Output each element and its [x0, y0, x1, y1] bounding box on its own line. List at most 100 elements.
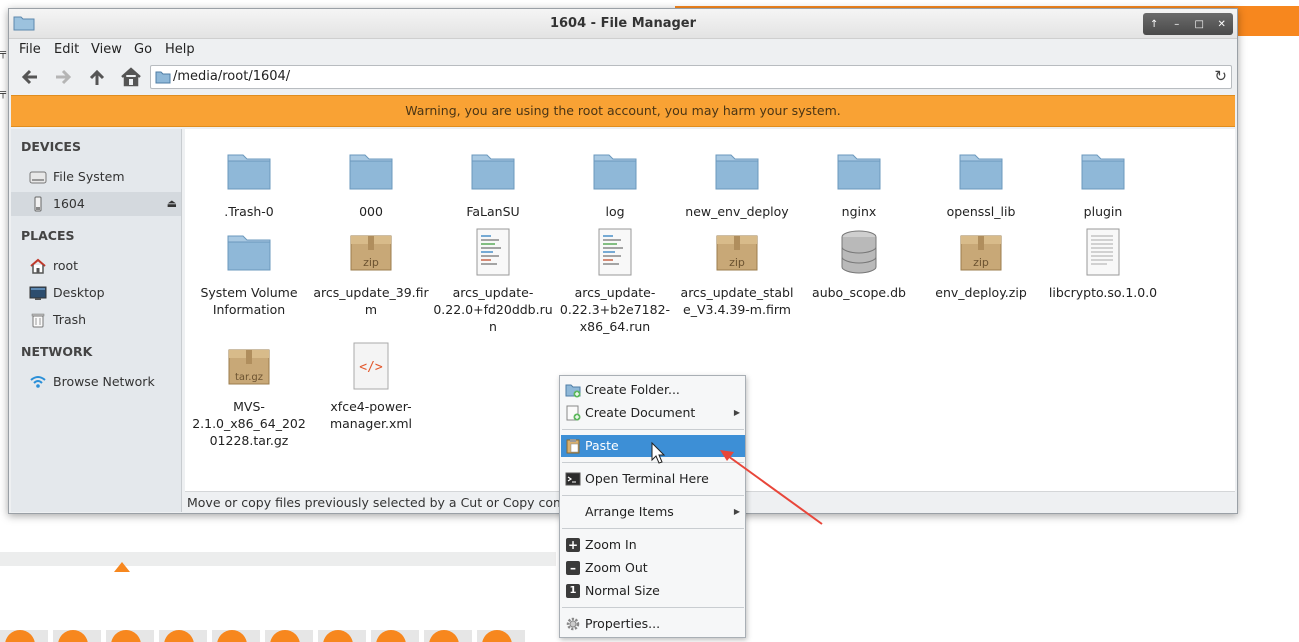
menu-go[interactable]: Go: [134, 42, 152, 57]
archive-badge: zip: [973, 256, 989, 269]
sidebar-item-browse-network[interactable]: Browse Network: [11, 370, 181, 394]
menu-separator: [562, 495, 744, 496]
file-name: openssl_lib: [946, 204, 1016, 219]
file-item[interactable]: arcs_update-0.22.0+fd20ddb.run: [433, 228, 553, 335]
file-name: env_deploy.zip: [935, 285, 1027, 300]
file-item[interactable]: zip arcs_update_39.firm: [311, 228, 431, 318]
home-icon: [30, 258, 46, 274]
menu-item-label: Create Document: [585, 405, 696, 420]
up-button[interactable]: [84, 65, 110, 89]
menu-edit[interactable]: Edit: [54, 42, 79, 57]
file-item[interactable]: openssl_lib: [921, 147, 1041, 220]
menu-zoom-in[interactable]: + Zoom In: [561, 534, 745, 556]
usb-drive-icon: [34, 196, 42, 212]
menu-paste[interactable]: Paste: [561, 435, 745, 457]
reload-icon[interactable]: ↻: [1214, 67, 1227, 85]
file-name: log: [605, 204, 625, 219]
archive-icon: zip: [350, 235, 392, 271]
wifi-icon: [30, 376, 46, 388]
menu-properties[interactable]: Properties...: [561, 613, 745, 635]
file-name: FaLanSU: [466, 204, 520, 219]
close-button[interactable]: ✕: [1213, 19, 1231, 30]
eject-icon[interactable]: ⏏: [167, 192, 177, 216]
sidebar-header-network: NETWORK: [21, 344, 93, 359]
file-name: System Volume Information: [200, 285, 298, 317]
menu-file[interactable]: File: [19, 42, 41, 57]
menu-item-label: Create Folder...: [585, 382, 680, 397]
xml-file-icon: </>: [353, 342, 389, 390]
file-name: libcrypto.so.1.0.0: [1048, 285, 1158, 300]
folder-icon: [1081, 154, 1125, 190]
file-item[interactable]: aubo_scope.db: [799, 228, 919, 301]
folder-icon: [349, 154, 393, 190]
sidebar-header-places: PLACES: [21, 228, 75, 243]
menu-item-label: Arrange Items: [585, 504, 674, 519]
sidebar-item-label: Browse Network: [53, 374, 155, 389]
file-item[interactable]: log: [555, 147, 675, 220]
home-button[interactable]: [118, 65, 144, 89]
file-item[interactable]: new_env_deploy: [677, 147, 797, 220]
menu-create-folder[interactable]: Create Folder...: [561, 379, 745, 401]
file-item[interactable]: libcrypto.so.1.0.0: [1043, 228, 1163, 301]
menu-view[interactable]: View: [91, 42, 122, 57]
file-item[interactable]: nginx: [799, 147, 919, 220]
zoom-in-icon: +: [566, 538, 580, 552]
sidebar-item-1604[interactable]: 1604 ⏏: [11, 192, 181, 216]
sidebar-header-devices: DEVICES: [21, 139, 81, 154]
status-text: Move or copy files previously selected b…: [187, 495, 601, 510]
file-name: arcs_update-0.22.3+b2e7182-x86_64.run: [559, 285, 671, 334]
menu-separator: [562, 462, 744, 463]
sidebar-item-label: Desktop: [53, 285, 105, 300]
background-text-fragment: ╤ ╤: [0, 48, 7, 99]
minimize-button[interactable]: –: [1168, 19, 1186, 30]
context-menu: Create Folder... Create Document ▶ Paste…: [559, 375, 746, 638]
folder-icon: [471, 154, 515, 190]
folder-icon: [715, 154, 759, 190]
file-name: MVS-2.1.0_x86_64_20201228.tar.gz: [192, 399, 306, 448]
drive-icon: [29, 171, 47, 184]
sidebar-item-file-system[interactable]: File System: [11, 165, 181, 189]
file-name: nginx: [841, 204, 877, 219]
file-item[interactable]: FaLanSU: [433, 147, 553, 220]
file-item[interactable]: </> xfce4-power-manager.xml: [311, 342, 431, 432]
keep-above-button[interactable]: ↑: [1145, 19, 1163, 30]
menu-item-label: Zoom Out: [585, 560, 648, 575]
background-triangle-marker: [114, 562, 130, 572]
submenu-arrow-icon: ▶: [733, 507, 740, 516]
sidebar-item-root[interactable]: root: [11, 254, 181, 278]
archive-badge: tar.gz: [235, 372, 263, 383]
menu-create-document[interactable]: Create Document ▶: [561, 402, 745, 424]
sidebar-item-desktop[interactable]: Desktop: [11, 281, 181, 305]
file-item[interactable]: arcs_update-0.22.3+b2e7182-x86_64.run: [555, 228, 675, 335]
file-name: .Trash-0: [224, 204, 274, 219]
trash-icon: [31, 313, 45, 328]
file-item[interactable]: 000: [311, 147, 431, 220]
sidebar-item-trash[interactable]: Trash: [11, 308, 181, 332]
file-name: 000: [359, 204, 383, 219]
file-item[interactable]: .Trash-0: [189, 147, 309, 220]
file-item[interactable]: zip env_deploy.zip: [921, 228, 1041, 301]
menu-normal-size[interactable]: 1 Normal Size: [561, 580, 745, 602]
location-bar[interactable]: /media/root/1604/ ↻: [150, 65, 1232, 89]
toolbar: /media/root/1604/ ↻: [9, 61, 1237, 93]
file-name: plugin: [1083, 204, 1123, 219]
menu-zoom-out[interactable]: – Zoom Out: [561, 557, 745, 579]
menu-arrange-items[interactable]: Arrange Items ▶: [561, 501, 745, 523]
menu-help[interactable]: Help: [165, 42, 195, 57]
script-file-icon: [598, 228, 632, 276]
root-warning-banner: Warning, you are using the root account,…: [11, 95, 1235, 127]
menu-item-label: Paste: [585, 438, 619, 453]
back-button[interactable]: [17, 65, 43, 89]
file-item[interactable]: zip arcs_update_stable_V3.4.39-m.firm: [677, 228, 797, 318]
file-name: aubo_scope.db: [812, 285, 906, 300]
file-item[interactable]: plugin: [1043, 147, 1163, 220]
forward-button[interactable]: [50, 65, 76, 89]
zoom-out-icon: –: [566, 561, 580, 575]
file-item[interactable]: System Volume Information: [189, 228, 309, 318]
title-bar[interactable]: 1604 - File Manager ↑ – □ ✕: [9, 9, 1237, 39]
menu-open-terminal[interactable]: Open Terminal Here: [561, 468, 745, 490]
file-item[interactable]: tar.gz MVS-2.1.0_x86_64_20201228.tar.gz: [189, 342, 309, 449]
window-title: 1604 - File Manager: [549, 16, 697, 31]
maximize-button[interactable]: □: [1190, 19, 1208, 30]
screen: ╤ ╤ 1604 - File Manager ↑ – □ ✕ File Edi…: [0, 0, 1299, 642]
